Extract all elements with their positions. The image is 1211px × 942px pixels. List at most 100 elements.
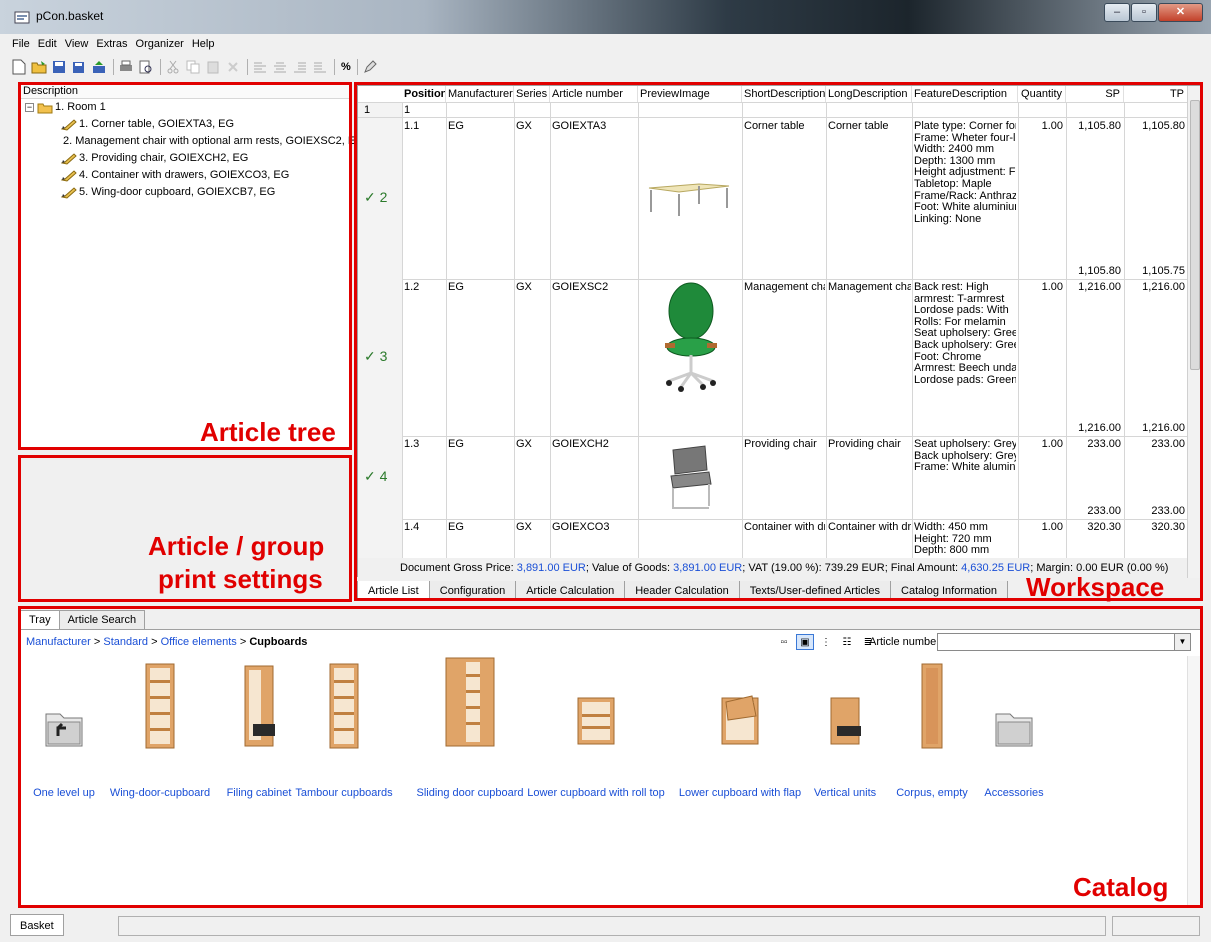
large-icons-view-icon[interactable]: ▣ xyxy=(796,634,814,650)
filing-cabinet-icon[interactable] xyxy=(239,662,279,750)
cell-long-description[interactable]: Providing chair xyxy=(828,439,911,450)
article-number-input[interactable]: ▼ xyxy=(937,633,1191,651)
column-header[interactable]: TP xyxy=(1124,86,1188,102)
tree-item[interactable]: 2. Management chair with optional arm re… xyxy=(21,133,364,150)
tab-article-calculation[interactable]: Article Calculation xyxy=(515,581,626,601)
cell-series[interactable]: GX xyxy=(516,121,549,132)
cell-sp[interactable]: 233.00 xyxy=(1066,439,1121,450)
export-icon[interactable] xyxy=(90,58,108,76)
breadcrumb-office-elements[interactable]: Office elements xyxy=(161,636,237,648)
column-header[interactable]: ShortDescription xyxy=(742,86,826,102)
list-view-icon[interactable]: ☷ xyxy=(838,634,856,650)
close-button[interactable]: ✕ xyxy=(1158,3,1203,22)
catalog-item-label[interactable]: Wing-door-cupboard xyxy=(110,787,210,799)
tab-basket[interactable]: Basket xyxy=(10,914,64,936)
new-icon[interactable] xyxy=(10,58,28,76)
menu-file[interactable]: File xyxy=(8,36,34,54)
catalog-scrollbar[interactable] xyxy=(1187,656,1201,906)
roll-top-cupboard-icon[interactable] xyxy=(572,690,620,750)
percent-button[interactable]: % xyxy=(338,61,354,73)
cell-tp[interactable]: 1,216.00 xyxy=(1124,282,1185,293)
save-icon[interactable] xyxy=(50,58,68,76)
align-center-icon[interactable] xyxy=(271,58,289,76)
print-preview-icon[interactable] xyxy=(137,58,155,76)
collapse-icon[interactable]: − xyxy=(25,103,34,112)
indent-icon[interactable] xyxy=(291,58,309,76)
align-left-icon[interactable] xyxy=(251,58,269,76)
folder-icon[interactable] xyxy=(992,706,1036,750)
minimize-button[interactable]: – xyxy=(1104,3,1130,22)
tab-configuration[interactable]: Configuration xyxy=(428,581,517,601)
cell-manufacturer[interactable]: EG xyxy=(448,439,513,450)
tab-texts-user-defined-articles[interactable]: Texts/User-defined Articles xyxy=(738,581,892,601)
catalog-item-label[interactable]: Lower cupboard with flap xyxy=(679,787,801,799)
workspace-scroll-thumb[interactable] xyxy=(1190,100,1200,370)
print-icon[interactable] xyxy=(117,58,135,76)
cell-series[interactable]: GX xyxy=(516,282,549,293)
tree-root-room[interactable]: − 1. Room 1 xyxy=(21,99,350,116)
cell-short-description[interactable]: Management chair xyxy=(744,282,825,293)
workspace-scrollbar[interactable] xyxy=(1187,86,1201,578)
tab-article-search[interactable]: Article Search xyxy=(58,610,146,629)
delete-icon[interactable] xyxy=(224,58,242,76)
tree-item[interactable]: 5. Wing-door cupboard, GOIEXCB7, EG xyxy=(21,184,350,201)
vertical-unit-icon[interactable] xyxy=(825,690,865,750)
catalog-item-label[interactable]: Filing cabinet xyxy=(227,787,292,799)
catalog-item-label[interactable]: One level up xyxy=(33,787,95,799)
tree-item[interactable]: 4. Container with drawers, GOIEXCO3, EG xyxy=(21,167,350,184)
cell-series[interactable]: GX xyxy=(516,522,549,533)
cell-position[interactable]: 1.2 xyxy=(404,282,445,293)
chevron-down-icon[interactable]: ▼ xyxy=(1174,634,1190,650)
cell-article[interactable]: GOIEXCH2 xyxy=(552,439,637,450)
cell-article[interactable]: GOIEXTA3 xyxy=(552,121,637,132)
tree-view-icon[interactable]: ⋮ xyxy=(817,634,835,650)
column-header[interactable]: LongDescription xyxy=(826,86,912,102)
cell-position[interactable]: 1.4 xyxy=(404,522,445,533)
flap-cupboard-icon[interactable] xyxy=(716,690,764,750)
column-header[interactable]: Article number xyxy=(550,86,638,102)
cell-sp[interactable]: 1,216.00 xyxy=(1066,282,1121,293)
menu-view[interactable]: View xyxy=(61,36,93,54)
maximize-button[interactable]: ▫ xyxy=(1131,3,1157,22)
folder-up-icon[interactable] xyxy=(42,706,86,750)
catalog-item-label[interactable]: Tambour cupboards xyxy=(295,787,392,799)
cell-article[interactable]: GOIEXCO3 xyxy=(552,522,637,533)
cell-short-description[interactable]: Container with drawers xyxy=(744,522,825,533)
cell-series[interactable]: GX xyxy=(516,439,549,450)
catalog-item-label[interactable]: Sliding door cupboard xyxy=(416,787,523,799)
edit-pencil-icon[interactable] xyxy=(361,58,379,76)
menu-edit[interactable]: Edit xyxy=(34,36,61,54)
cell-long-description[interactable]: Container with drawers xyxy=(828,522,911,533)
cell-tp[interactable]: 320.30 xyxy=(1124,522,1185,533)
cell-short-description[interactable]: Providing chair xyxy=(744,439,825,450)
cell-sp[interactable]: 320.30 xyxy=(1066,522,1121,533)
cell-quantity[interactable]: 1.00 xyxy=(1018,439,1063,450)
copy-icon[interactable] xyxy=(184,58,202,76)
cell-sp[interactable]: 1,105.80 xyxy=(1066,121,1121,132)
cell-quantity[interactable]: 1.00 xyxy=(1018,121,1063,132)
column-header[interactable]: FeatureDescription xyxy=(912,86,1018,102)
row-header[interactable] xyxy=(358,519,402,558)
breadcrumb-standard[interactable]: Standard xyxy=(103,636,148,648)
tree-item[interactable]: 3. Providing chair, GOIEXCH2, EG xyxy=(21,150,350,167)
column-header[interactable]: Manufacturer xyxy=(446,86,514,102)
cell-long-description[interactable]: Corner table xyxy=(828,121,911,132)
catalog-item-label[interactable]: Accessories xyxy=(984,787,1043,799)
menu-organizer[interactable]: Organizer xyxy=(132,36,188,54)
column-header[interactable]: SP xyxy=(1066,86,1124,102)
tab-catalog-information[interactable]: Catalog Information xyxy=(890,581,1009,601)
sliding-door-cupboard-icon[interactable] xyxy=(442,654,498,750)
cell-article[interactable]: GOIEXSC2 xyxy=(552,282,637,293)
tambour-cupboard-icon[interactable] xyxy=(324,660,364,750)
catalog-item-label[interactable]: Vertical units xyxy=(814,787,876,799)
tab-header-calculation[interactable]: Header Calculation xyxy=(624,581,740,601)
wing-door-cupboard-icon[interactable] xyxy=(140,660,180,750)
small-icons-view-icon[interactable]: ▫▫ xyxy=(775,634,793,650)
cell-quantity[interactable]: 1.00 xyxy=(1018,282,1063,293)
menu-help[interactable]: Help xyxy=(188,36,219,54)
cell-quantity[interactable]: 1.00 xyxy=(1018,522,1063,533)
open-icon[interactable] xyxy=(30,58,48,76)
column-header[interactable]: Quantity xyxy=(1018,86,1066,102)
cell-tp[interactable]: 1,105.80 xyxy=(1124,121,1185,132)
paste-icon[interactable] xyxy=(204,58,222,76)
